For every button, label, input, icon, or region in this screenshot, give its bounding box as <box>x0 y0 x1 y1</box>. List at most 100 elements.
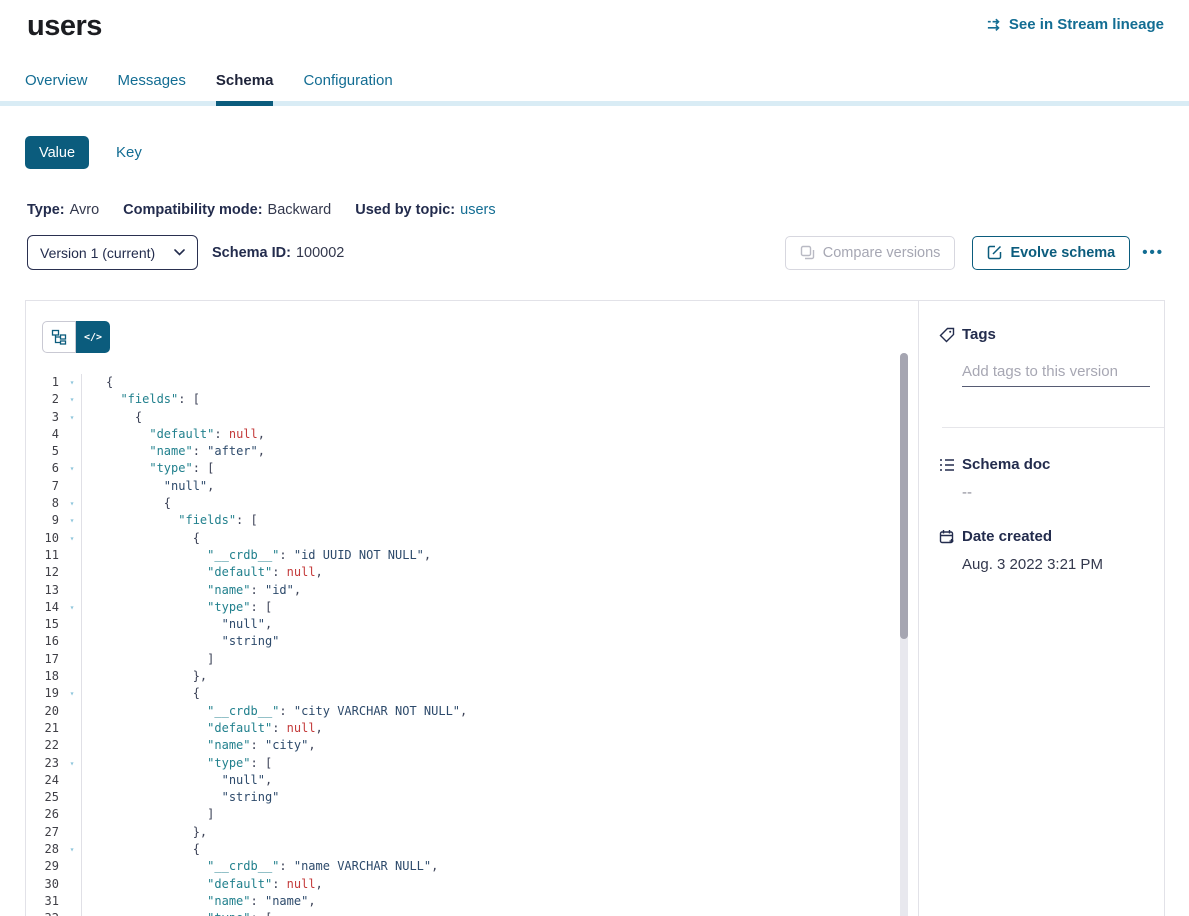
fold-toggle-icon[interactable]: ▾ <box>63 530 81 547</box>
code-text: { <box>81 495 918 512</box>
fold-toggle-icon[interactable]: ▾ <box>63 599 81 616</box>
code-line-32: 32▾ "type": [ <box>26 910 918 916</box>
tab-schema[interactable]: Schema <box>216 72 274 101</box>
line-number: 19 <box>26 685 63 702</box>
code-view-button[interactable]: </> <box>76 321 110 353</box>
version-select[interactable]: Version 1 (current) <box>27 235 198 270</box>
line-number: 9 <box>26 512 63 529</box>
code-line-13: 13 "name": "id", <box>26 582 918 599</box>
code-text: { <box>81 685 918 702</box>
code-line-14: 14▾ "type": [ <box>26 599 918 616</box>
fold-toggle-icon[interactable]: ▾ <box>63 391 81 408</box>
line-number: 15 <box>26 616 63 633</box>
details-sidebar: Tags Schema doc -- <box>918 301 1164 916</box>
fold-spacer <box>63 426 81 443</box>
code-text: "fields": [ <box>81 512 918 529</box>
tags-section: Tags <box>939 326 1164 428</box>
page-title: users <box>27 10 102 43</box>
fold-toggle-icon[interactable]: ▾ <box>63 460 81 477</box>
stream-lineage-label: See in Stream lineage <box>1009 16 1164 33</box>
fold-toggle-icon[interactable]: ▾ <box>63 374 81 391</box>
line-number: 24 <box>26 772 63 789</box>
compare-versions-icon <box>800 245 815 260</box>
code-text: "null", <box>81 616 918 633</box>
code-scrollbar[interactable] <box>900 353 908 916</box>
line-number: 3 <box>26 409 63 426</box>
schema-doc-icon <box>939 457 955 473</box>
compare-versions-label: Compare versions <box>823 245 941 261</box>
code-line-18: 18 }, <box>26 668 918 685</box>
fold-spacer <box>63 806 81 823</box>
schema-doc-heading: Schema doc <box>962 456 1050 473</box>
code-text: "string" <box>81 633 918 650</box>
sidebar-divider <box>942 427 1164 428</box>
schema-id-label: Schema ID: <box>212 245 291 261</box>
code-text: "type": [ <box>81 460 918 477</box>
schema-meta-row: Type:AvroCompatibility mode:BackwardUsed… <box>27 202 1189 218</box>
code-line-10: 10▾ { <box>26 530 918 547</box>
schema-doc-section: Schema doc -- <box>939 456 1164 501</box>
meta-label: Compatibility mode: <box>123 202 262 218</box>
code-line-24: 24 "null", <box>26 772 918 789</box>
meta-item: Used by topic:users <box>355 202 495 218</box>
key-toggle-link[interactable]: Key <box>116 144 142 161</box>
code-line-31: 31 "name": "name", <box>26 893 918 910</box>
code-scrollbar-thumb[interactable] <box>900 353 908 639</box>
fold-toggle-icon[interactable]: ▾ <box>63 910 81 916</box>
line-number: 28 <box>26 841 63 858</box>
fold-spacer <box>63 772 81 789</box>
code-line-12: 12 "default": null, <box>26 564 918 581</box>
code-text: { <box>81 530 918 547</box>
meta-value: Avro <box>70 202 100 218</box>
fold-toggle-icon[interactable]: ▾ <box>63 755 81 772</box>
evolve-schema-button[interactable]: Evolve schema <box>972 236 1130 270</box>
code-text: "null", <box>81 772 918 789</box>
tab-messages[interactable]: Messages <box>118 72 186 101</box>
code-line-1: 1▾{ <box>26 374 918 391</box>
fold-spacer <box>63 633 81 650</box>
meta-item: Compatibility mode:Backward <box>123 202 331 218</box>
fold-spacer <box>63 703 81 720</box>
code-text: "type": [ <box>81 910 918 916</box>
line-number: 11 <box>26 547 63 564</box>
fold-toggle-icon[interactable]: ▾ <box>63 841 81 858</box>
code-line-9: 9▾ "fields": [ <box>26 512 918 529</box>
code-line-5: 5 "name": "after", <box>26 443 918 460</box>
line-number: 8 <box>26 495 63 512</box>
line-number: 18 <box>26 668 63 685</box>
line-number: 12 <box>26 564 63 581</box>
line-number: 13 <box>26 582 63 599</box>
fold-spacer <box>63 616 81 633</box>
calendar-plus-icon <box>939 529 955 545</box>
fold-toggle-icon[interactable]: ▾ <box>63 512 81 529</box>
code-text: { <box>81 374 918 391</box>
code-line-20: 20 "__crdb__": "city VARCHAR NOT NULL", <box>26 703 918 720</box>
code-line-28: 28▾ { <box>26 841 918 858</box>
compare-versions-button[interactable]: Compare versions <box>785 236 956 270</box>
line-number: 23 <box>26 755 63 772</box>
tab-overview[interactable]: Overview <box>25 72 88 101</box>
code-line-2: 2▾ "fields": [ <box>26 391 918 408</box>
fold-toggle-icon[interactable]: ▾ <box>63 495 81 512</box>
line-number: 5 <box>26 443 63 460</box>
tree-view-button[interactable] <box>42 321 76 353</box>
line-number: 20 <box>26 703 63 720</box>
fold-toggle-icon[interactable]: ▾ <box>63 685 81 702</box>
date-created-value: Aug. 3 2022 3:21 PM <box>962 556 1164 573</box>
schema-id-value: 100002 <box>296 245 344 261</box>
line-number: 2 <box>26 391 63 408</box>
meta-value-link[interactable]: users <box>460 202 495 218</box>
code-text: "__crdb__": "name VARCHAR NULL", <box>81 858 918 875</box>
version-select-value: Version 1 (current) <box>40 245 155 261</box>
more-options-button[interactable]: ••• <box>1142 244 1164 261</box>
tab-configuration[interactable]: Configuration <box>303 72 392 101</box>
serde-toggle-row: Value Key <box>25 136 1189 169</box>
add-tags-input[interactable] <box>962 363 1150 387</box>
line-number: 27 <box>26 824 63 841</box>
code-text: "default": null, <box>81 876 918 893</box>
value-toggle-button[interactable]: Value <box>25 136 89 169</box>
stream-lineage-link[interactable]: See in Stream lineage <box>986 16 1164 33</box>
fold-spacer <box>63 547 81 564</box>
fold-toggle-icon[interactable]: ▾ <box>63 409 81 426</box>
schema-id: Schema ID: 100002 <box>212 245 344 261</box>
